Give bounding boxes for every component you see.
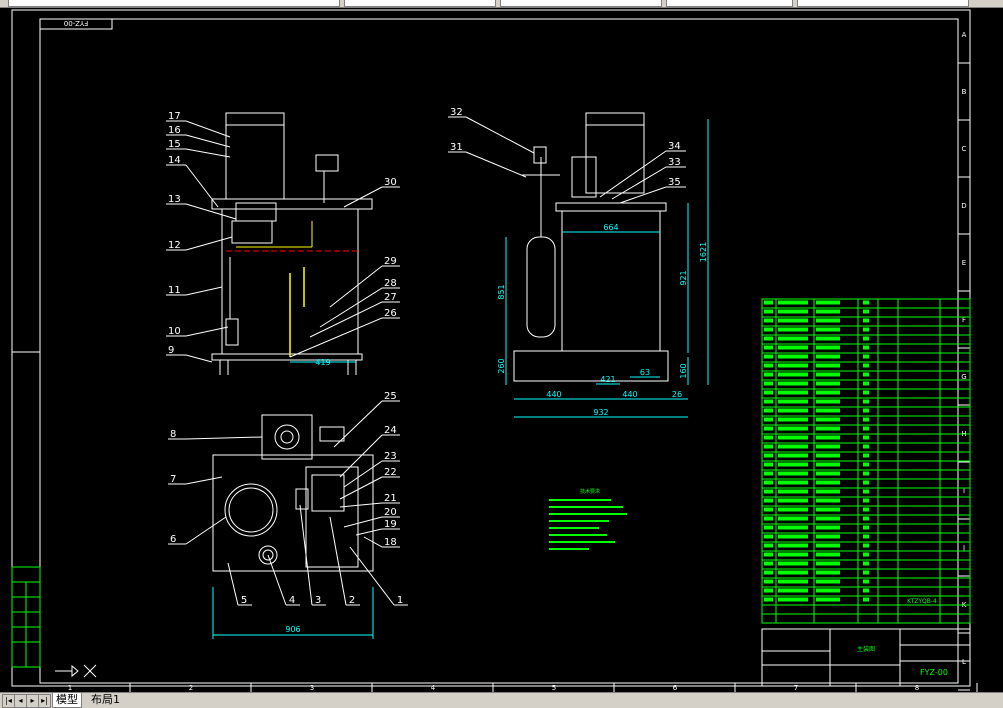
plan-right-callout-label: 25 [384,391,397,402]
front-callout-label: 11 [168,285,181,296]
front-dim: 419 [315,358,330,367]
column-number: 6 [673,684,678,692]
bom-code: KTZYQB-4 [907,598,937,605]
row-letter: D [961,202,966,210]
plotstyle-dropdown[interactable] [666,0,793,7]
title-block [761,628,971,687]
dim-total-width: 932 [593,408,608,417]
plan-bottom-callout-label: 4 [289,595,295,606]
plan-right-callout-label: 22 [384,467,397,478]
column-number: 5 [552,684,556,692]
row-letter: C [962,145,967,153]
row-letter: A [962,31,967,39]
front-right-callout-label: 29 [384,256,397,267]
side-view [513,112,669,382]
dim-height-body: 921 [679,270,688,285]
column-number: 3 [310,684,314,692]
front-callout-label: 12 [168,240,181,251]
dim-tail: 26 [672,390,682,399]
column-number: 2 [189,684,193,692]
plan-bottom-callout-label: 1 [397,595,403,606]
dim-height-base: 260 [497,358,506,373]
title-drawing-no: FYZ-00 [920,668,948,677]
plan-right-callout-label: 21 [384,493,397,504]
side-right-callout-label: 35 [668,177,681,188]
front-callout-label: 10 [168,326,181,337]
motor-body [225,112,285,200]
tab-layout1[interactable]: 布局1 [88,693,123,707]
layout-tab-bar: |◂ ◂ ▸ ▸| 模型 布局1 [0,692,1003,708]
plan-view [212,414,374,572]
svg-text:技术要求: 技术要求 [580,488,600,495]
row-zone-letters: ABCDEFGHIJKL [958,31,970,691]
side-right-callout-label: 34 [668,141,681,152]
dim-center: 421 [600,375,615,384]
plan-bottom-callout-label: 2 [349,595,355,606]
front-right-callout-label: 28 [384,278,397,289]
front-right-callout-label: 30 [384,177,397,188]
technical-notes: 技术要求 [549,488,627,550]
front-callout-label: 17 [168,111,181,122]
plan-right-callout-label: 24 [384,425,397,436]
dim-height-total: 1621 [699,242,708,262]
dim-height-accum: 851 [497,284,506,299]
plan-left-callout-label: 7 [170,474,176,485]
row-letter: E [962,259,966,267]
plan-callouts: 8765 4 3 2 12524232221201918 [168,391,408,606]
dim-right-base: 160 [679,363,688,378]
plan-left-callout-label: 6 [170,534,176,545]
plan-dim: 906 [285,625,300,634]
drawing-number-rotated: FYZ-00 [64,19,88,27]
lineweight-dropdown[interactable] [500,0,662,7]
plan-right-callout-label: 20 [384,507,397,518]
front-callout-label: 14 [168,155,181,166]
dim-half-left: 440 [546,390,561,399]
column-number: 7 [794,684,798,692]
front-callout-label: 16 [168,125,181,136]
column-zone-numbers: 1 2 3 4 5 6 7 8 [68,683,978,692]
ucs-icon [55,664,97,678]
layer-dropdown[interactable] [8,0,340,7]
side-left-callout-label: 31 [450,142,463,153]
plan-bottom-callout-label: 3 [315,595,321,606]
column-number: 8 [915,684,919,692]
column-number: 4 [431,684,436,692]
side-callouts: 32 31 34 33 35 [448,107,686,204]
front-callout-label: 15 [168,139,181,150]
tab-model[interactable]: 模型 [52,693,82,708]
plan-right-callout-label: 19 [384,519,397,530]
dim-top-width: 664 [603,223,618,232]
front-callout-label: 9 [168,345,174,356]
linetype-dropdown[interactable] [344,0,496,7]
drawing-canvas[interactable]: FYZ-00 ABCDEFGHIJKL 12345678 17 16 15 14 13 1… [0,7,1003,692]
front-right-callout-label: 26 [384,308,397,319]
plan-bottom-callout-label: 5 [241,595,247,606]
svg-text:主装图: 主装图 [857,645,875,653]
side-right-callout-label: 33 [668,157,681,168]
row-letter: L [962,658,966,666]
plan-left-callout-label: 8 [170,429,176,440]
front-view [211,112,373,375]
dim-offset: 63 [640,368,650,377]
front-callout-label: 13 [168,194,181,205]
bill-of-materials: KTZYQB-4 [761,298,971,624]
cad-drawing[interactable]: FYZ-00 ABCDEFGHIJKL 12345678 17161514131… [0,7,1003,692]
plan-right-callout-label: 18 [384,537,397,548]
front-right-callout-label: 27 [384,292,397,303]
dim-half-right: 440 [622,390,637,399]
front-right-callouts: 30 29 28 27 26 [289,177,400,358]
color-dropdown[interactable] [797,0,969,7]
left-side-block [11,566,41,668]
plan-right-callout-label: 23 [384,451,397,462]
column-number: 1 [68,684,72,692]
side-left-callout-label: 32 [450,107,463,118]
last-tab-button[interactable]: ▸| [38,694,51,708]
row-letter: B [962,88,967,96]
